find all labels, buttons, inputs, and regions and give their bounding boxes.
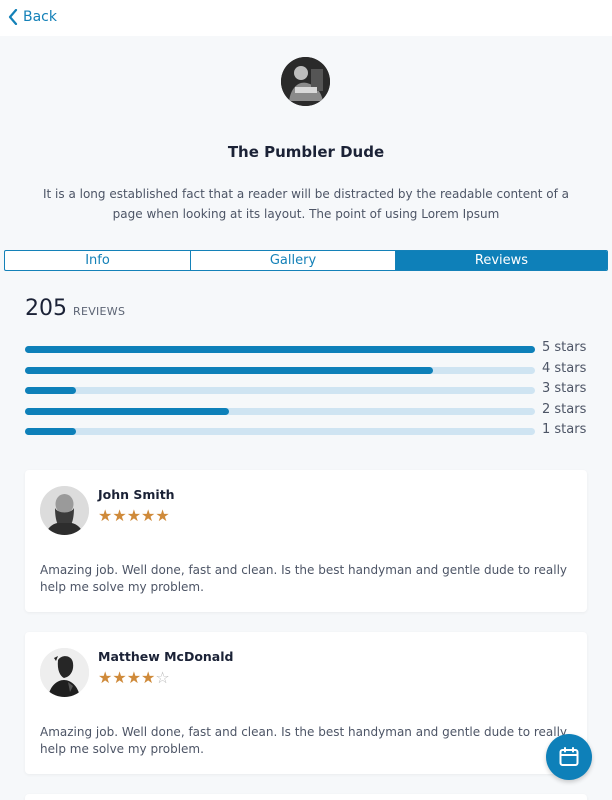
tab-gallery[interactable]: Gallery (190, 251, 395, 270)
star-icon: ★ (126, 506, 142, 525)
avatar (40, 486, 89, 535)
reviews-count-label: REVIEWS (73, 305, 126, 318)
chevron-left-icon (8, 9, 18, 25)
star-icon: ☆ (155, 668, 170, 687)
rating-bar-fill (25, 407, 229, 415)
back-label: Back (23, 9, 57, 25)
review-card: Matthew McDonald ★ ★ ★ ★ ☆ Amazing job. … (25, 632, 587, 774)
tab-reviews[interactable]: Reviews (395, 251, 607, 270)
profile-name: The Pumbler Dude (227, 143, 385, 161)
star-icon: ★ (98, 668, 113, 687)
rating-bar-track (25, 387, 535, 395)
back-button[interactable]: Back (8, 9, 57, 25)
calendar-icon (559, 747, 579, 766)
reviews-count: 205 REVIEWS (25, 296, 125, 321)
rating-bar-fill (25, 366, 433, 374)
avatar (40, 648, 89, 697)
profile-avatar (281, 57, 330, 106)
star-icon: ★ (141, 506, 156, 525)
rating-bar-track (25, 428, 535, 436)
rating-bar-fill (25, 428, 76, 436)
rating-label: 3 stars (542, 381, 587, 397)
rating-row-3: 3 stars (25, 381, 595, 404)
reviewer-name: Matthew McDonald (98, 649, 234, 664)
rating-row-1: 1 stars (25, 422, 595, 445)
rating-bar-track (25, 407, 535, 415)
booking-fab-button[interactable] (546, 734, 592, 780)
rating-label: 2 stars (542, 401, 587, 417)
rating-row-4: 4 stars (25, 360, 595, 384)
review-card (25, 794, 587, 800)
review-text: Amazing job. Well done, fast and clean. … (40, 563, 568, 594)
review-card: John Smith ★ ★ ★ ★ ★ Amazing job. Well d… (25, 470, 587, 612)
star-icon: ★ (155, 506, 170, 525)
rating-bar-fill (25, 387, 76, 395)
tab-bar: Info Gallery Reviews (4, 250, 608, 271)
rating-breakdown: 5 stars 4 stars 3 stars 2 stars 1 stars (25, 340, 595, 445)
rating-bar-track (25, 346, 535, 353)
top-bar: Back (0, 0, 612, 36)
rating-label: 4 stars (542, 360, 587, 376)
rating-row-5: 5 stars (25, 340, 595, 363)
rating-bar-track (25, 366, 535, 374)
tab-info[interactable]: Info (5, 251, 190, 270)
star-icon: ★ (112, 506, 127, 525)
star-rating: ★ ★ ★ ★ ★ (98, 508, 170, 524)
star-icon: ★ (141, 668, 156, 687)
profile-description: It is a long established fact that a rea… (42, 187, 569, 221)
reviewer-name: John Smith (98, 487, 175, 502)
star-rating: ★ ★ ★ ★ ☆ (98, 670, 170, 686)
star-icon: ★ (126, 668, 142, 687)
rating-label: 5 stars (542, 340, 587, 355)
reviews-count-number: 205 (25, 296, 67, 321)
rating-label: 1 stars (542, 422, 587, 438)
review-text: Amazing job. Well done, fast and clean. … (40, 725, 568, 756)
star-icon: ★ (98, 506, 113, 525)
star-icon: ★ (112, 668, 127, 687)
rating-row-2: 2 stars (25, 401, 595, 425)
rating-bar-fill (25, 346, 535, 353)
